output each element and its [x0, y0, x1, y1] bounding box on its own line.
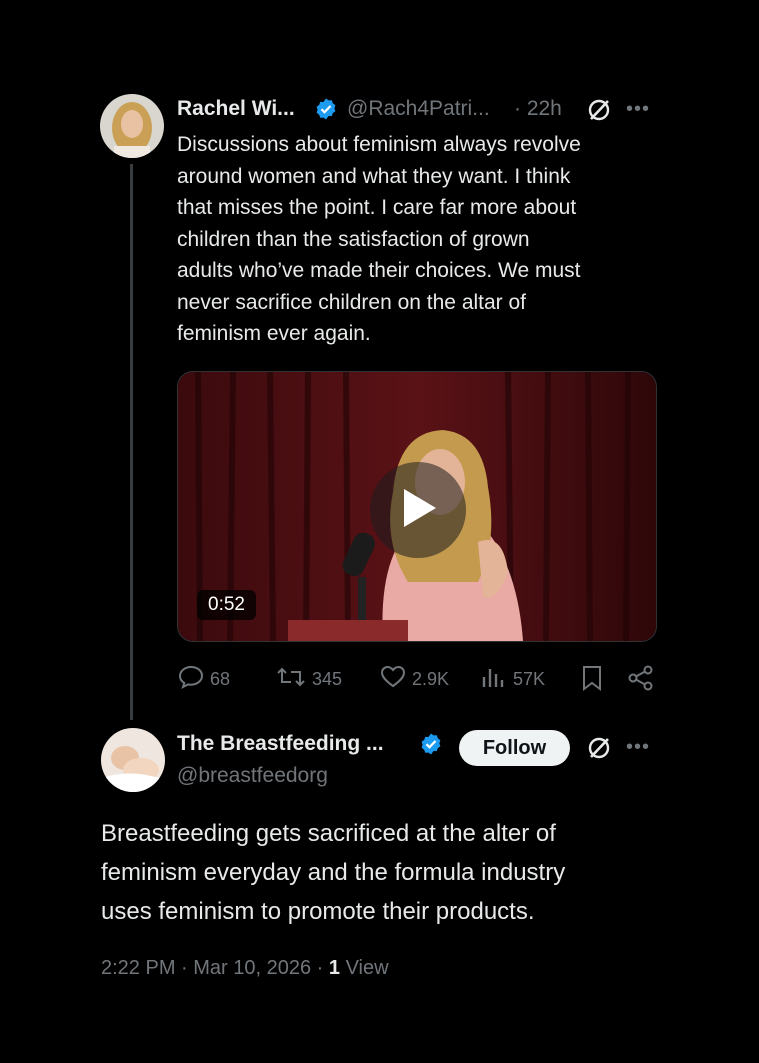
repost-count: 345 — [312, 669, 343, 689]
reply-timestamp[interactable]: 2:22 PM · Mar 10, 2026 · — [101, 957, 329, 979]
play-icon — [398, 486, 438, 535]
heart-icon — [380, 665, 406, 694]
more-icon[interactable]: ••• — [626, 736, 650, 759]
tweet-body-line: around women and what they want. I think — [177, 164, 571, 188]
bookmark-icon[interactable] — [580, 665, 604, 696]
reply-body-line: uses feminism to promote their products. — [101, 898, 535, 925]
tweet-body: Discussions about feminism always revolv… — [177, 129, 657, 350]
video-duration: 0:52 — [197, 590, 256, 620]
tweet-author-name[interactable]: Rachel Wi... — [177, 97, 295, 121]
thread-connector-line — [130, 164, 133, 720]
follow-button[interactable]: Follow — [459, 730, 570, 766]
reply-body-line: feminism everyday and the formula indust… — [101, 859, 566, 886]
repost-button[interactable]: 345 — [276, 665, 342, 694]
tweet-author-handle[interactable]: @Rach4Patri... — [347, 97, 490, 121]
grok-icon[interactable] — [586, 97, 612, 123]
grok-icon[interactable] — [586, 735, 612, 761]
tweet-body-line: feminism ever again. — [177, 322, 371, 345]
tweet-time[interactable]: · 22h — [514, 97, 562, 121]
reply-views-label: View — [345, 957, 389, 979]
reply-icon — [178, 665, 204, 694]
breastfeeding-avatar[interactable] — [101, 728, 165, 792]
reply-button[interactable]: 68 — [178, 665, 230, 694]
like-button[interactable]: 2.9K — [380, 665, 449, 694]
reply-author-handle[interactable]: @breastfeedorg — [177, 764, 328, 788]
repost-icon — [276, 665, 306, 694]
more-icon[interactable]: ••• — [626, 98, 650, 121]
views-icon — [481, 665, 507, 694]
tweet-body-line: Discussions about feminism always revolv… — [177, 133, 581, 156]
like-count: 2.9K — [412, 669, 450, 689]
tweet-body-line: children than the satisfaction of grown — [177, 227, 530, 251]
tweet-body-line: never sacrifice children on the altar of — [177, 290, 527, 314]
reply-author-name[interactable]: The Breastfeeding ... — [177, 732, 384, 756]
tweet-body-line: adults who’ve made their choices. We mus… — [177, 259, 581, 282]
play-button[interactable] — [370, 462, 466, 558]
views-button[interactable]: 57K — [481, 665, 545, 694]
reply-body-line: Breastfeeding gets sacrificed at the alt… — [101, 820, 556, 847]
reply-count: 68 — [210, 669, 231, 689]
views-count: 57K — [513, 669, 546, 689]
verified-badge-icon — [419, 732, 443, 756]
tweet-body-line: that misses the point. I care far more a… — [177, 196, 577, 219]
rachel-avatar[interactable] — [100, 94, 164, 158]
share-icon[interactable] — [627, 665, 655, 696]
reply-body: Breastfeeding gets sacrificed at the alt… — [101, 814, 701, 931]
reply-metadata: 2:22 PM · Mar 10, 2026 · 1 View — [101, 957, 389, 980]
reply-views-count: 1 — [328, 957, 341, 979]
verified-badge-icon — [314, 97, 338, 121]
